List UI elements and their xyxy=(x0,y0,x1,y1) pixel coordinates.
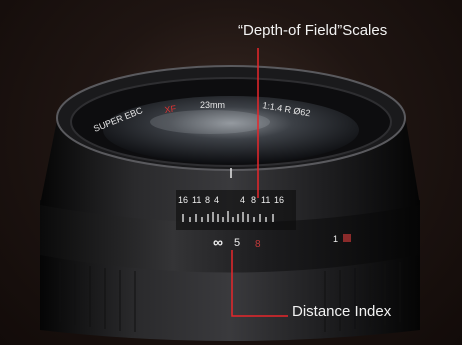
dof-right-11: 11 xyxy=(261,195,270,205)
dof-right-8: 8 xyxy=(251,195,256,205)
xf-inscription: XF xyxy=(164,103,177,115)
lens-illustration: SUPER EBC XF 23mm 1:1.4 R Ø62 16 11 8 4 … xyxy=(40,48,420,341)
distance-mid: 5 xyxy=(234,237,240,249)
distance-right: 8 xyxy=(255,239,261,250)
dof-scales-label: “Depth-of Field”Scales xyxy=(238,22,388,39)
dof-left-16: 16 xyxy=(178,195,188,205)
lens-photo: SUPER EBC XF 23mm 1:1.4 R Ø62 16 11 8 4 … xyxy=(0,0,462,345)
dof-left-8: 8 xyxy=(205,195,210,205)
focal-length-inscription: 23mm xyxy=(200,100,225,110)
distance-index-label: Distance Index xyxy=(292,303,392,320)
distance-far-left-mark: 1 xyxy=(333,234,338,244)
dof-right-4: 4 xyxy=(240,195,245,205)
red-aperture-mark xyxy=(343,234,351,242)
dof-right-16: 16 xyxy=(274,195,284,205)
dof-scale: 16 11 8 4 4 8 11 16 xyxy=(176,190,296,230)
distance-infinity: ∞ xyxy=(213,234,223,250)
dof-left-11: 11 xyxy=(192,195,201,205)
dof-left-4: 4 xyxy=(214,195,219,205)
